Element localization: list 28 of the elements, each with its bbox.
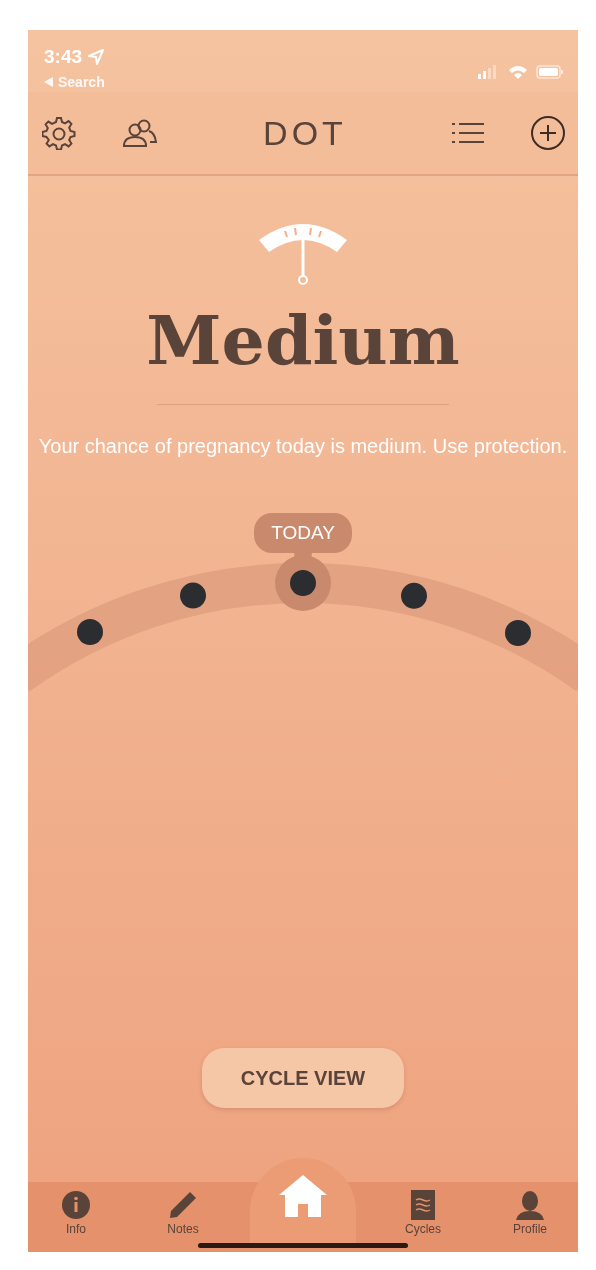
- tab-item[interactable]: Cycles: [383, 1182, 463, 1236]
- location-arrow-icon: [88, 49, 105, 65]
- document-icon: [411, 1190, 435, 1220]
- back-triangle-icon: [44, 77, 53, 87]
- risk-level-heading: Medium: [146, 300, 460, 380]
- today-label: TODAY: [254, 513, 352, 553]
- add-icon[interactable]: [529, 115, 566, 151]
- day-dot[interactable]: [180, 582, 206, 609]
- settings-icon[interactable]: [42, 116, 76, 150]
- wifi-icon: [508, 64, 528, 80]
- app-logo: DOT: [263, 113, 347, 153]
- people-icon[interactable]: [121, 118, 158, 148]
- person-icon: [514, 1190, 546, 1220]
- info-icon: [61, 1190, 91, 1220]
- pencil-icon: [168, 1190, 198, 1220]
- cycle-view-button[interactable]: CYCLE VIEW: [202, 1048, 404, 1108]
- tab-item[interactable]: Notes: [143, 1182, 223, 1236]
- home-icon: [278, 1174, 328, 1218]
- list-icon[interactable]: [452, 121, 485, 145]
- battery-icon: [536, 65, 564, 79]
- tab-item[interactable]: Info: [36, 1182, 116, 1236]
- clock-time: 3:43: [44, 46, 83, 68]
- today-marker[interactable]: [275, 553, 331, 611]
- tab-item[interactable]: Profile: [490, 1182, 570, 1236]
- risk-message: Your chance of pregnancy today is medium. Use protection.: [38, 434, 568, 459]
- day-dot[interactable]: [401, 582, 427, 609]
- day-dot[interactable]: [505, 620, 531, 647]
- day-dot[interactable]: [77, 619, 103, 646]
